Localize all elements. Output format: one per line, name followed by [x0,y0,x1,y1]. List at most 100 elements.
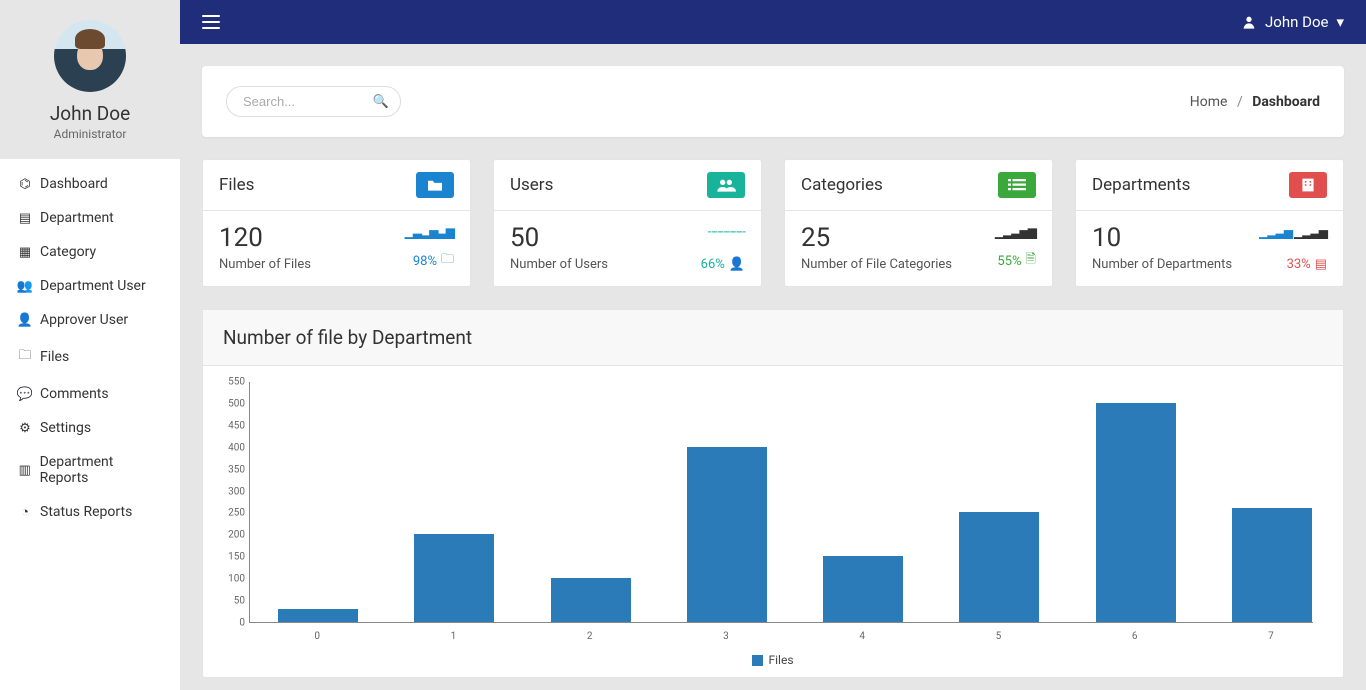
y-tick: 500 [215,398,245,409]
users-icon [707,172,745,198]
sidebar-item-comments[interactable]: 💬 Comments [0,377,180,411]
chart-bar[interactable] [959,512,1039,622]
topbar-username: John Doe [1265,13,1328,31]
y-tick: 150 [215,552,245,563]
sidebar-item-files[interactable]: 🗀 Files [0,337,180,377]
user-icon: 👤 [18,313,32,328]
y-tick: 250 [215,508,245,519]
sidebar-item-dashboard[interactable]: ⌬ Dashboard [0,167,180,201]
user-menu[interactable]: John Doe ▾ [1241,13,1344,31]
file-icon: 🗎 [1026,250,1036,272]
sidebar-item-department-user[interactable]: 👥 Department User [0,269,180,303]
user-icon: 👤 [729,257,745,272]
caret-down-icon: ▾ [1336,13,1344,31]
building-icon: ▤ [1315,257,1327,272]
sidebar-item-department[interactable]: ▤ Department [0,201,180,235]
stat-card-departments[interactable]: Departments ▁▂▃▅ ▁▂▃▅ 10 Number of Depar… [1075,159,1344,287]
legend-swatch [752,655,763,666]
sidebar-item-label: Comments [40,386,109,402]
stat-card-users[interactable]: Users ╌╌╌╌╌╌ 50 Number of Users 66%👤 [493,159,762,287]
chart-bar[interactable] [687,447,767,622]
stat-percent: 33%▤ [1287,257,1327,272]
sparkline-icon: ▁▂▃▅▆ [995,225,1036,239]
sidebar-item-approver-user[interactable]: 👤Approver User [0,303,180,337]
chart-bar[interactable] [823,556,903,622]
y-tick: 100 [215,574,245,585]
y-tick: 400 [215,442,245,453]
sidebar-item-category[interactable]: ▦Category [0,235,180,269]
stat-title: Users [510,175,553,195]
stat-percent: 55%🗎 [997,250,1036,272]
sidebar-item-label: Settings [40,420,91,436]
stat-percent: 66%👤 [701,257,745,272]
y-tick: 300 [215,486,245,497]
sparkline-icon: ▁▂▃▅ ▁▂▃▅ [1259,225,1327,239]
user-icon [1241,14,1257,30]
sparkline-icon: ▁▃▂▅▃▆ [405,225,454,239]
profile-role: Administrator [10,127,170,141]
y-tick: 0 [215,618,245,629]
sidebar: John Doe Administrator ⌬ Dashboard ▤ Depar… [0,0,180,690]
stats-row: Files ▁▃▂▅▃▆ 120 Number of Files 98%🗀 Us… [202,159,1344,287]
search-icon: 🔍 [373,94,389,109]
folder-icon: 🗀 [441,250,454,272]
sidebar-item-label: Files [40,349,69,365]
chart-plot [249,382,1313,623]
chart-legend: Files [213,647,1333,667]
y-tick: 450 [215,420,245,431]
breadcrumb: Home / Dashboard [1190,94,1320,110]
comment-icon: 💬 [18,387,32,402]
chart-bar[interactable] [551,578,631,622]
chart-bar[interactable] [278,609,358,622]
sidebar-item-label: Department User [40,278,146,294]
avatar [54,20,126,92]
list-icon [998,172,1036,198]
y-tick: 200 [215,530,245,541]
chart-area: 050100150200250300350400450500550 012345… [249,382,1313,647]
profile-block: John Doe Administrator [0,0,180,159]
chart-card: Number of file by Department 05010015020… [202,309,1344,678]
legend-label: Files [768,653,793,667]
header-card: 🔍 Home / Dashboard [202,66,1344,137]
users-icon: 👥 [18,279,32,294]
x-tick: 0 [314,631,320,642]
folder-icon [416,172,454,198]
y-tick: 550 [215,377,245,388]
sidebar-item-label: Department [40,210,114,226]
building-icon [1289,172,1327,198]
sidebar-item-label: Category [40,244,96,260]
y-tick: 350 [215,464,245,475]
chart-title: Number of file by Department [203,310,1343,366]
breadcrumb-home[interactable]: Home [1190,94,1228,110]
gear-icon: ⚙ [18,421,32,436]
x-tick: 7 [1268,631,1274,642]
chart-bar[interactable] [414,534,494,622]
x-tick: 2 [587,631,593,642]
topbar: John Doe ▾ [180,0,1366,44]
barchart-icon: ▥ [18,463,32,478]
x-tick: 1 [451,631,457,642]
sidebar-item-department-reports[interactable]: ▥ Department Reports [0,445,180,495]
search-wrap: 🔍 [226,86,401,117]
sidebar-item-settings[interactable]: ⚙ Settings [0,411,180,445]
chart-bar[interactable] [1096,403,1176,622]
chart-bar[interactable] [1232,508,1312,622]
sidebar-item-label: Department Reports [40,454,162,486]
piechart-icon: ◔ [18,504,32,520]
building-icon: ▤ [18,211,32,226]
dashboard-icon: ⌬ [18,177,32,192]
nav-list: ⌬ Dashboard ▤ Department ▦Category 👥 Depart… [0,159,180,537]
stat-title: Categories [801,175,883,195]
profile-name: John Doe [10,102,170,125]
breadcrumb-sep: / [1237,94,1243,110]
sidebar-item-label: Dashboard [40,176,108,192]
stat-percent: 98%🗀 [413,250,454,272]
stat-title: Files [219,175,254,195]
menu-toggle-button[interactable] [202,15,220,29]
sidebar-item-status-reports[interactable]: ◔Status Reports [0,495,180,529]
stat-card-files[interactable]: Files ▁▃▂▅▃▆ 120 Number of Files 98%🗀 [202,159,471,287]
folder-icon: 🗀 [18,346,32,368]
stat-card-categories[interactable]: Categories ▁▂▃▅▆ 25 Number of File Categ… [784,159,1053,287]
y-tick: 50 [215,596,245,607]
y-axis: 050100150200250300350400450500550 [215,382,245,623]
